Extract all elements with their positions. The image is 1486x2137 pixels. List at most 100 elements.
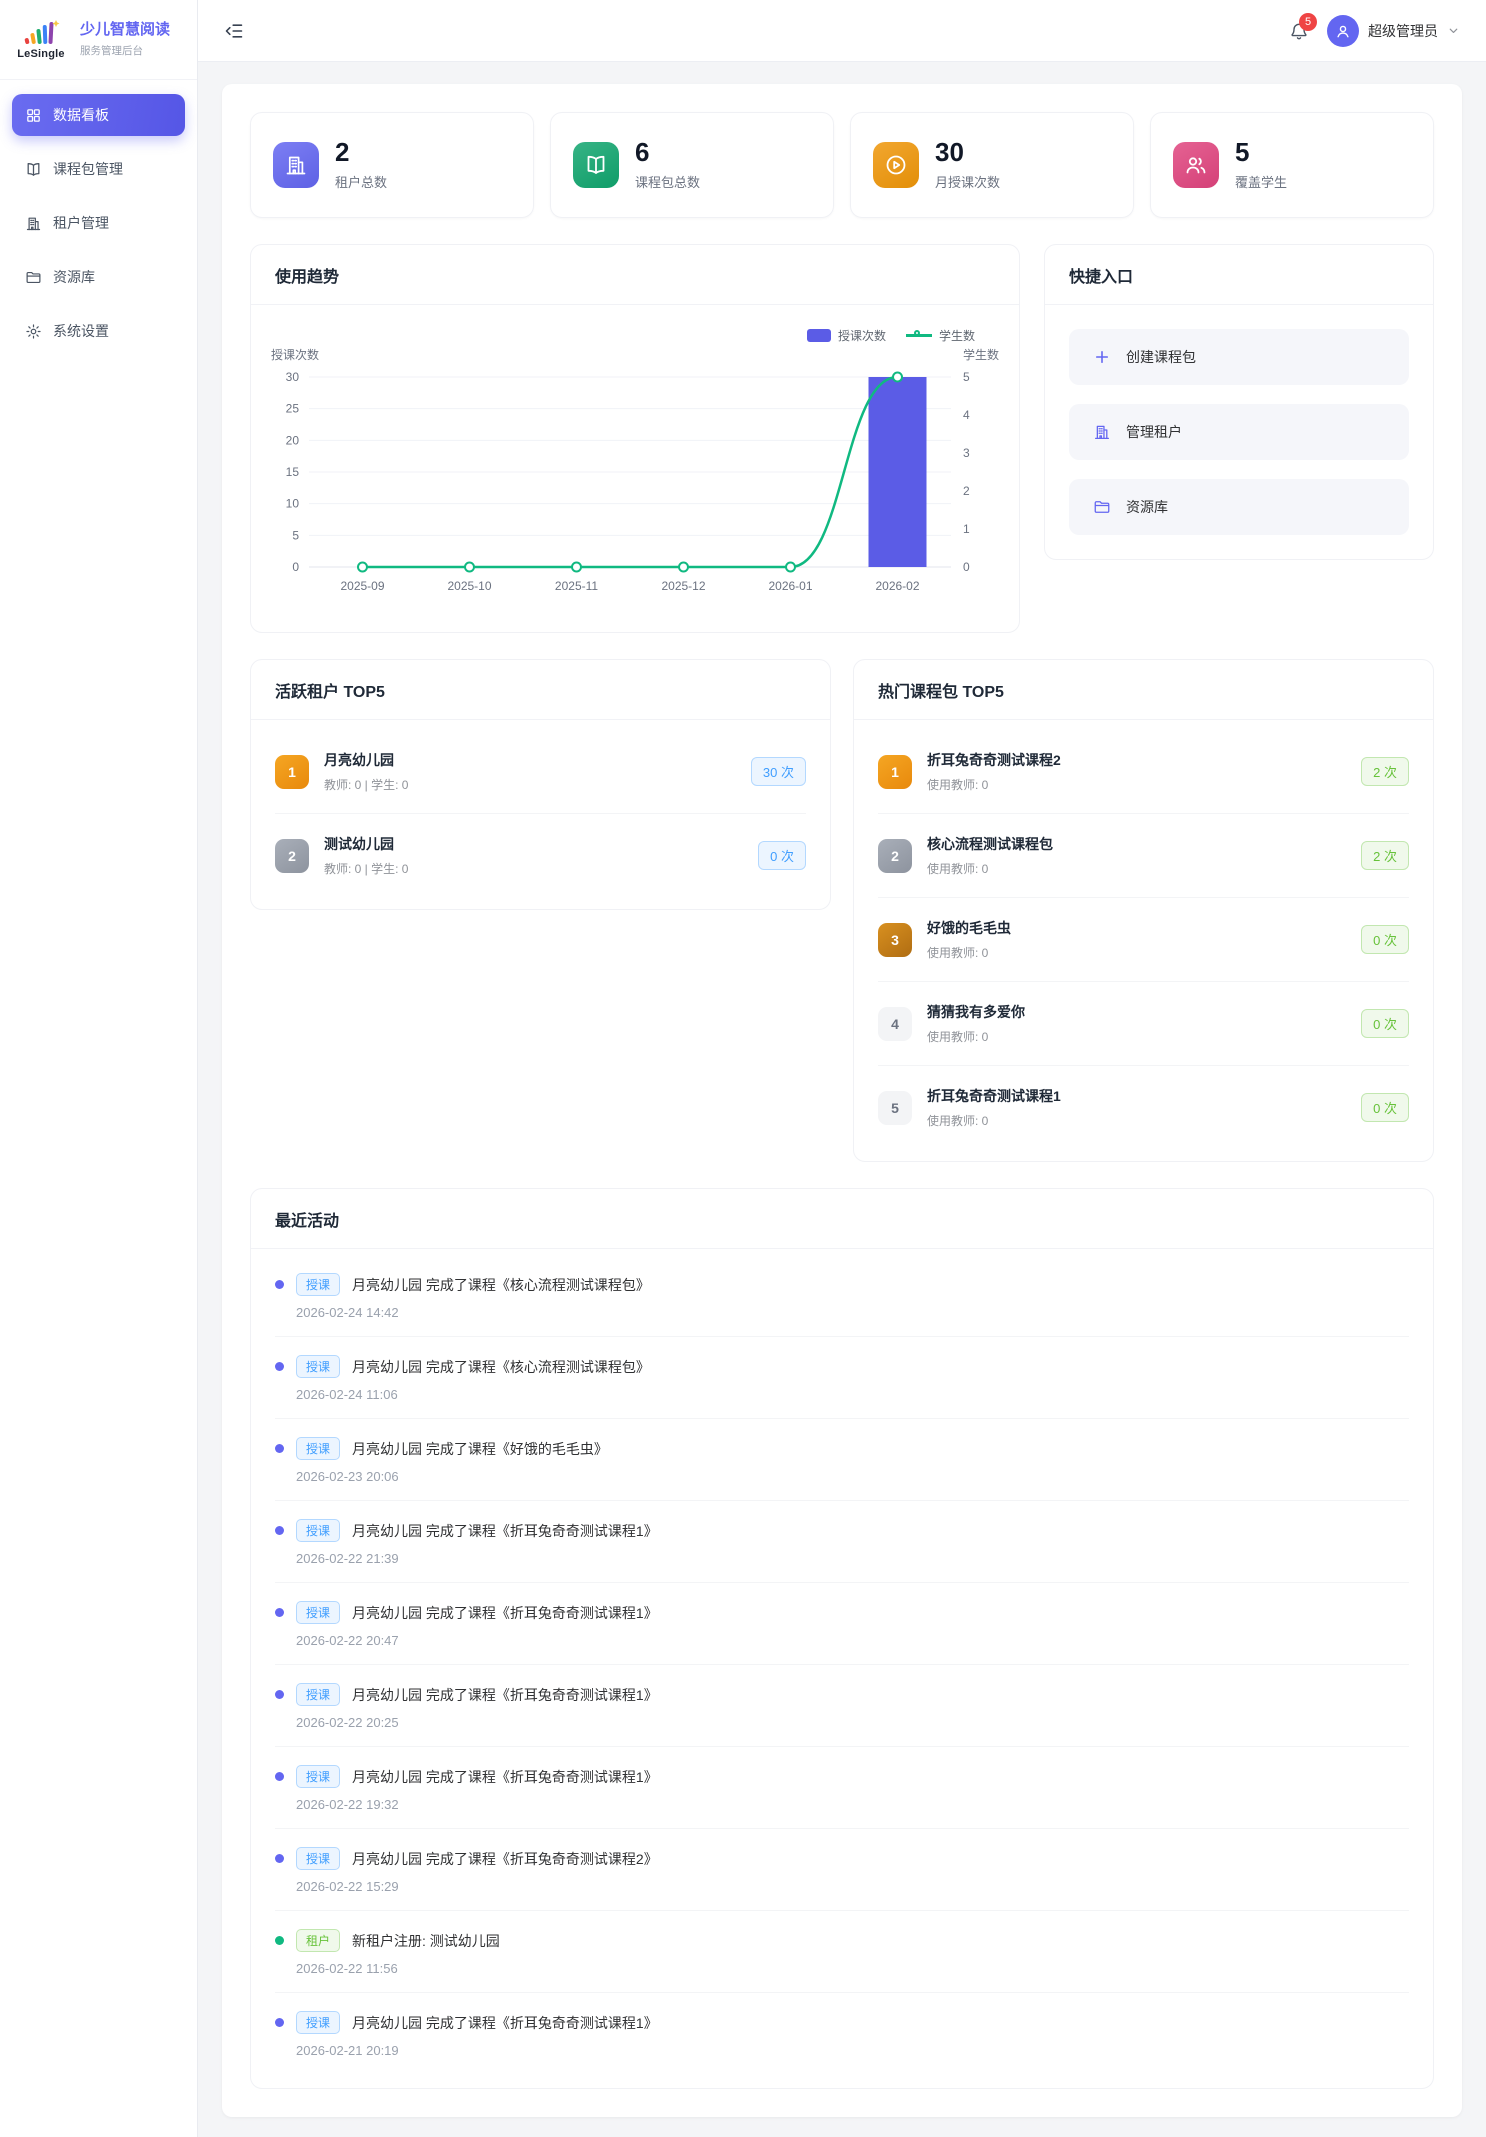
legend-label: 授课次数 (838, 327, 886, 344)
activity-row: 授课月亮幼儿园 完成了课程《折耳兔奇奇测试课程1》2026-02-22 20:2… (275, 1665, 1409, 1747)
activity-row: 授课月亮幼儿园 完成了课程《折耳兔奇奇测试课程1》2026-02-22 21:3… (275, 1501, 1409, 1583)
activity-text: 月亮幼儿园 完成了课程《折耳兔奇奇测试课程2》 (352, 1849, 658, 1869)
avatar (1327, 15, 1359, 47)
activity-dot (275, 1444, 284, 1453)
notifications-button[interactable]: 5 (1289, 21, 1309, 41)
building-icon (1093, 423, 1111, 441)
sidebar-item-resources[interactable]: 资源库 (12, 256, 185, 298)
svg-text:20: 20 (286, 433, 300, 447)
activity-tag: 授课 (296, 1683, 340, 1706)
package-row: 5 折耳兔奇奇测试课程1 使用教师: 0 0 次 (878, 1066, 1409, 1149)
svg-text:30: 30 (286, 370, 300, 384)
legend-item[interactable]: 授课次数 (807, 327, 886, 344)
sidebar: LeSingle 少儿智慧阅读 服务管理后台 数据看板课程包管理租户管理资源库系… (0, 0, 198, 2137)
activity-dot (275, 1690, 284, 1699)
sidebar-item-settings[interactable]: 系统设置 (12, 310, 185, 352)
count-badge: 0 次 (1361, 1093, 1409, 1122)
stats-row: 2租户总数6课程包总数30月授课次数5覆盖学生 (250, 112, 1434, 218)
folder-icon (1093, 498, 1111, 516)
quick-entry-resources[interactable]: 资源库 (1069, 479, 1409, 535)
rank-badge: 2 (878, 839, 912, 873)
item-name: 核心流程测试课程包 (927, 834, 1346, 854)
chevron-down-icon (1447, 24, 1460, 37)
package-row: 1折耳兔奇奇测试课程2使用教师: 02 次 (878, 730, 1409, 814)
stat-value: 6 (635, 139, 700, 165)
item-meta: 使用教师: 0 (927, 1028, 1346, 1045)
activity-dot (275, 1280, 284, 1289)
legend-label: 学生数 (939, 327, 975, 344)
rank-badge: 2 (275, 839, 309, 873)
activity-text: 新租户注册: 测试幼儿园 (352, 1931, 500, 1951)
rank-badge: 5 (878, 1091, 912, 1125)
stat-label: 租户总数 (335, 172, 387, 191)
count-badge: 2 次 (1361, 841, 1409, 870)
activity-time: 2026-02-23 20:06 (296, 1469, 1409, 1484)
quick-entry-create-course-package[interactable]: 创建课程包 (1069, 329, 1409, 385)
sidebar-item-label: 系统设置 (53, 321, 109, 341)
legend-line-swatch (906, 334, 932, 337)
activity-tag: 授课 (296, 1601, 340, 1624)
quick-entry-label: 资源库 (1126, 497, 1168, 517)
count-badge: 2 次 (1361, 757, 1409, 786)
stat-card-monthly-sessions: 30月授课次数 (850, 112, 1134, 218)
activity-row: 授课月亮幼儿园 完成了课程《核心流程测试课程包》2026-02-24 14:42 (275, 1255, 1409, 1337)
activity-text: 月亮幼儿园 完成了课程《折耳兔奇奇测试课程1》 (352, 1521, 658, 1541)
item-meta: 使用教师: 0 (927, 1112, 1346, 1129)
activity-dot (275, 1772, 284, 1781)
stat-card-students: 5覆盖学生 (1150, 112, 1434, 218)
dashboard-icon (25, 107, 42, 124)
legend-item[interactable]: 学生数 (906, 327, 975, 344)
activity-text: 月亮幼儿园 完成了课程《核心流程测试课程包》 (352, 1275, 650, 1295)
activity-dot (275, 2018, 284, 2027)
usage-trend-card: 使用趋势 授课次数学生数 302520151050543210授课次数学生数20… (250, 244, 1020, 633)
activity-tag: 租户 (296, 1929, 340, 1952)
usage-trend-chart: 302520151050543210授课次数学生数2025-092025-102… (251, 319, 1017, 619)
count-badge: 30 次 (751, 757, 806, 786)
item-meta: 使用教师: 0 (927, 860, 1346, 877)
svg-text:授课次数: 授课次数 (271, 347, 319, 362)
activity-row: 授课月亮幼儿园 完成了课程《折耳兔奇奇测试课程1》2026-02-21 20:1… (275, 1993, 1409, 2074)
logo-mark: LeSingle (12, 19, 70, 60)
item-name: 折耳兔奇奇测试课程1 (927, 1086, 1346, 1106)
chart-body: 授课次数学生数 302520151050543210授课次数学生数2025-09… (251, 305, 1019, 632)
item-meta: 使用教师: 0 (927, 776, 1346, 793)
hot-packages-list: 1折耳兔奇奇测试课程2使用教师: 02 次2核心流程测试课程包使用教师: 02 … (854, 720, 1433, 1161)
sidebar-item-label: 数据看板 (53, 105, 109, 125)
activity-time: 2026-02-22 20:47 (296, 1633, 1409, 1648)
quick-entry-list: 创建课程包管理租户资源库 (1045, 305, 1433, 559)
book-icon (25, 161, 42, 178)
svg-text:0: 0 (963, 560, 970, 574)
svg-text:学生数: 学生数 (963, 347, 999, 362)
activity-tag: 授课 (296, 2011, 340, 2034)
item-name: 测试幼儿园 (324, 834, 743, 854)
svg-text:2025-10: 2025-10 (447, 579, 491, 593)
sidebar-item-label: 资源库 (53, 267, 95, 287)
stat-value: 5 (1235, 139, 1287, 165)
quick-entry-title: 快捷入口 (1045, 245, 1433, 305)
user-menu[interactable]: 超级管理员 (1327, 15, 1460, 47)
play-icon (873, 142, 919, 188)
svg-text:5: 5 (292, 528, 299, 542)
sidebar-item-course-packages[interactable]: 课程包管理 (12, 148, 185, 190)
svg-text:2025-09: 2025-09 (340, 579, 384, 593)
activity-time: 2026-02-21 20:19 (296, 2043, 1409, 2058)
activity-time: 2026-02-22 19:32 (296, 1797, 1409, 1812)
legend-bar-swatch (807, 329, 831, 342)
collapse-sidebar-icon[interactable] (224, 21, 244, 41)
logo-titles: 少儿智慧阅读 服务管理后台 (80, 21, 170, 58)
quick-entry-manage-tenants[interactable]: 管理租户 (1069, 404, 1409, 460)
activity-dot (275, 1854, 284, 1863)
activity-row: 租户新租户注册: 测试幼儿园2026-02-22 11:56 (275, 1911, 1409, 1993)
activity-row: 授课月亮幼儿园 完成了课程《核心流程测试课程包》2026-02-24 11:06 (275, 1337, 1409, 1419)
app-root: LeSingle 少儿智慧阅读 服务管理后台 数据看板课程包管理租户管理资源库系… (0, 0, 1486, 2137)
building-icon (25, 215, 42, 232)
sidebar-item-tenants[interactable]: 租户管理 (12, 202, 185, 244)
sidebar-item-label: 租户管理 (53, 213, 109, 233)
sidebar-item-dashboard[interactable]: 数据看板 (12, 94, 185, 136)
stat-value: 2 (335, 139, 387, 165)
students-icon (1173, 142, 1219, 188)
content: 2租户总数6课程包总数30月授课次数5覆盖学生 使用趋势 授课次数学生数 302… (198, 62, 1486, 2137)
svg-text:4: 4 (963, 408, 970, 422)
activity-text: 月亮幼儿园 完成了课程《折耳兔奇奇测试课程1》 (352, 1603, 658, 1623)
count-badge: 0 次 (758, 841, 806, 870)
